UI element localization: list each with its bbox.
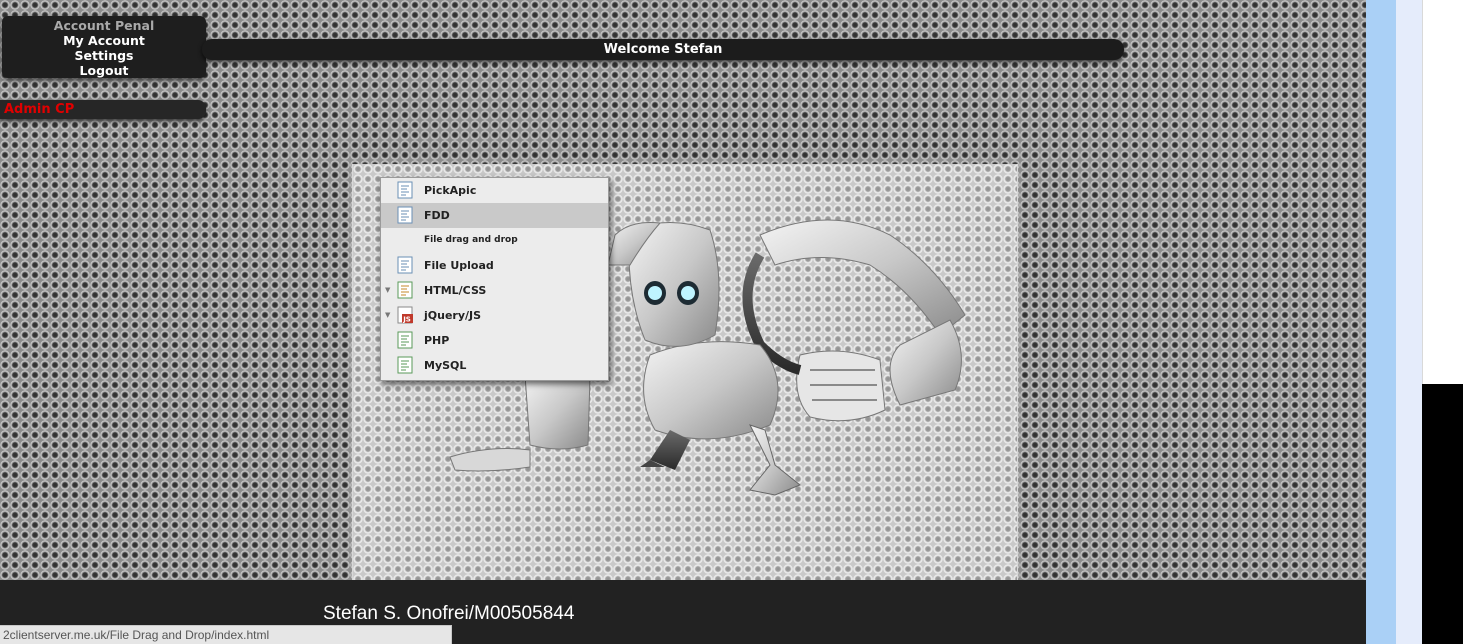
expand-arrow-icon[interactable]: ▼	[385, 303, 390, 328]
page-icon	[397, 206, 413, 224]
menu-item-pickapic[interactable]: PickApic	[381, 178, 608, 203]
page-icon	[397, 181, 413, 199]
admin-cp-link[interactable]: Admin CP	[0, 100, 206, 119]
page-icon	[397, 331, 413, 349]
page-icon	[397, 256, 413, 274]
menu-item-label: MySQL	[424, 359, 467, 372]
menu-item-mysql[interactable]: MySQL	[381, 353, 608, 378]
menu-item-label: PHP	[424, 334, 450, 347]
logout-link[interactable]: Logout	[2, 63, 206, 78]
menu-item-label: File Upload	[424, 259, 494, 272]
js-file-icon: JS	[397, 306, 413, 324]
side-panel-light	[1396, 0, 1422, 644]
account-panel-title: Account Penal	[53, 18, 155, 33]
page-icon	[397, 281, 413, 299]
side-panel-white	[1422, 0, 1463, 384]
menu-item-label: PickApic	[424, 184, 477, 197]
side-panel-blue	[1366, 0, 1396, 644]
welcome-banner: Welcome Stefan	[202, 39, 1124, 60]
menu-item-jquery-js[interactable]: ▼ JS jQuery/JS	[381, 303, 608, 328]
page: Account Penal My Account Settings Logout…	[0, 0, 1463, 644]
menu-item-php[interactable]: PHP	[381, 328, 608, 353]
menu-item-label: HTML/CSS	[424, 284, 487, 297]
my-account-link[interactable]: My Account	[2, 33, 206, 48]
account-panel: Account Penal My Account Settings Logout	[2, 16, 206, 78]
menu-item-label: FDD	[424, 209, 450, 222]
menu-item-fdd[interactable]: FDD	[381, 203, 608, 228]
menu-subitem-file-drag-and-drop[interactable]: File drag and drop	[381, 228, 608, 253]
project-menu: PickApic FDD File drag and drop File Upl…	[380, 177, 609, 381]
expand-arrow-icon[interactable]: ▼	[385, 278, 390, 303]
menu-item-label: jQuery/JS	[424, 309, 482, 322]
menu-item-html-css[interactable]: ▼ HTML/CSS	[381, 278, 608, 303]
footer-credit: Stefan S. Onofrei/M00505844	[323, 603, 575, 624]
side-panel-black	[1422, 384, 1463, 644]
page-icon	[397, 356, 413, 374]
svg-text:JS: JS	[402, 316, 411, 324]
settings-link[interactable]: Settings	[2, 48, 206, 63]
status-bar-url: 2clientserver.me.uk/File Drag and Drop/i…	[0, 625, 452, 644]
menu-item-file-upload[interactable]: File Upload	[381, 253, 608, 278]
